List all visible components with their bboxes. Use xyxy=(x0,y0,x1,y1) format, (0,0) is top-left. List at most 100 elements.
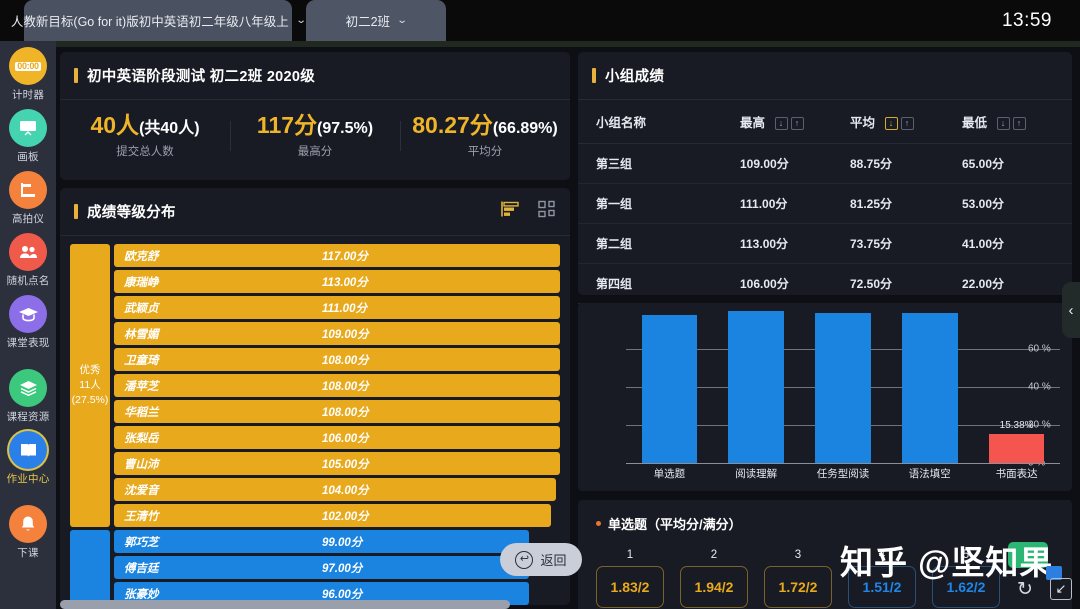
table-row[interactable]: 第一组 111.00分 81.25分 53.00分 xyxy=(578,183,1072,224)
question-number: 4 xyxy=(878,549,886,561)
student-row[interactable]: 潘苹芝 108.00分 xyxy=(114,374,560,397)
student-row[interactable]: 林雪媚 109.00分 xyxy=(114,322,560,345)
table-row[interactable]: 第二组 113.00分 73.75分 41.00分 xyxy=(578,223,1072,264)
group-scores-card: 小组成绩 小组名称 最高 ↓ ↑ 平均 ↓ ↑ 最低 ↓ ↑ 第三组 109.0… xyxy=(578,52,1072,304)
student-score: 108.00分 xyxy=(322,354,369,367)
student-row[interactable]: 华稻兰 108.00分 xyxy=(114,400,560,423)
group-scores-table: 小组名称 最高 ↓ ↑ 平均 ↓ ↑ 最低 ↓ ↑ 第三组 109.00分 88… xyxy=(578,100,1072,304)
sort-control-avg[interactable]: ↓ ↑ xyxy=(884,117,914,131)
column-label: 小组名称 xyxy=(596,116,647,130)
student-score: 111.00分 xyxy=(322,302,367,315)
sort-desc-icon[interactable]: ↓ xyxy=(774,117,788,131)
sort-control-max[interactable]: ↓ ↑ xyxy=(774,117,804,131)
grade-key-count: 11人 xyxy=(79,378,101,391)
cell-max: 113.00分 xyxy=(740,223,850,264)
question-cell: 4 1.51/2 xyxy=(848,549,916,608)
sidebar-item-homework-center[interactable]: 作业中心 xyxy=(0,431,56,493)
student-score: 97.00分 xyxy=(322,562,363,575)
chart-bar[interactable] xyxy=(815,312,871,463)
sort-asc-icon[interactable]: ↑ xyxy=(790,117,804,131)
back-button[interactable]: ↩ 返回 xyxy=(500,543,582,576)
stat-paren: (97.5%) xyxy=(317,120,374,138)
student-score: 102.00分 xyxy=(322,510,369,523)
chart-bar[interactable] xyxy=(641,314,698,463)
question-type-accuracy-chart: 0 %20 %40 %60 %单选题阅读理解任务型阅读语法填空15.38%书面表… xyxy=(578,303,1072,491)
sidebar-item-timer[interactable]: 00:00 计时器 xyxy=(0,47,56,109)
horizontal-scrollbar[interactable] xyxy=(60,600,510,609)
sidebar-item-course-resources[interactable]: 课程资源 xyxy=(0,369,56,431)
student-row[interactable]: 王清竹 102.00分 xyxy=(114,504,552,527)
whiteboard-icon xyxy=(9,109,47,147)
sidebar-item-end-class[interactable]: 下课 xyxy=(0,505,56,567)
cell-avg: 73.75分 xyxy=(850,223,962,264)
student-row[interactable]: 傅吉廷 97.00分 xyxy=(114,556,529,579)
grid-view-icon[interactable] xyxy=(538,200,556,223)
cell-max: 106.00分 xyxy=(740,263,850,304)
shrink-window-icon[interactable]: ↙ xyxy=(1050,578,1072,600)
student-row[interactable]: 张梨岳 106.00分 xyxy=(114,426,560,449)
student-row[interactable]: 沈爱音 104.00分 xyxy=(114,478,556,501)
cell-min: 53.00分 xyxy=(962,183,1072,224)
sort-asc-icon[interactable]: ↑ xyxy=(900,117,914,131)
question-score-box[interactable]: 1.62/2 xyxy=(932,566,1000,608)
student-row[interactable]: 郭巧芝 99.00分 xyxy=(114,530,529,553)
grade-key-label: 优秀 xyxy=(79,363,101,376)
open-book-icon xyxy=(9,431,47,469)
tab-textbook[interactable]: 人教新目标(Go for it)版初中英语初二年级八年级上 ⌄ xyxy=(11,0,307,41)
watermark-badge xyxy=(1008,542,1048,568)
section-title: 成绩等级分布 xyxy=(87,205,176,221)
question-score-box[interactable]: 1.83/2 xyxy=(596,566,664,608)
sort-desc-icon[interactable]: ↓ xyxy=(884,117,898,131)
student-row[interactable]: 武颖贞 111.00分 xyxy=(114,296,560,319)
student-name: 康瑞峥 xyxy=(124,276,159,289)
timer-glyph: 00:00 xyxy=(15,60,41,71)
student-name: 沈爱音 xyxy=(124,484,159,497)
sort-asc-icon[interactable]: ↑ xyxy=(1012,117,1026,131)
question-score-box[interactable]: 1.72/2 xyxy=(764,566,832,608)
sidebar-item-doc-camera[interactable]: 高拍仪 xyxy=(0,171,56,233)
cell-group: 第四组 xyxy=(578,263,740,304)
student-score: 108.00分 xyxy=(322,406,369,419)
sidebar-item-label: 课堂表现 xyxy=(6,337,50,349)
sidebar-item-random-rollcall[interactable]: 随机点名 xyxy=(0,233,56,295)
chart-bar[interactable] xyxy=(988,433,1045,463)
accent-divider xyxy=(56,41,1080,47)
student-score: 105.00分 xyxy=(322,458,369,471)
table-row[interactable]: 第四组 106.00分 72.50分 22.00分 xyxy=(578,263,1072,304)
sort-control-min[interactable]: ↓ ↑ xyxy=(996,117,1026,131)
stat-paren: (共40人) xyxy=(139,120,200,138)
title-accent-bar xyxy=(74,68,78,83)
chart-bar[interactable] xyxy=(902,312,958,463)
cell-avg: 81.25分 xyxy=(850,183,962,224)
bar-list-view-icon[interactable] xyxy=(500,200,520,223)
sort-desc-icon[interactable]: ↓ xyxy=(996,117,1010,131)
grade-distribution-header: 成绩等级分布 xyxy=(60,188,570,236)
timer-icon: 00:00 xyxy=(9,47,47,85)
cell-group: 第三组 xyxy=(578,143,740,184)
tab-class[interactable]: 初二2班 ⌄ xyxy=(306,0,446,41)
sidebar-item-whiteboard[interactable]: 画板 xyxy=(0,109,56,171)
question-score-box[interactable]: 1.94/2 xyxy=(680,566,748,608)
student-name: 卫童琦 xyxy=(124,354,159,367)
chart-bar[interactable] xyxy=(728,311,784,463)
sidebar-item-label: 画板 xyxy=(17,151,39,163)
cell-group: 第一组 xyxy=(578,183,740,224)
cell-min: 41.00分 xyxy=(962,223,1072,264)
chart-x-tick-label: 阅读理解 xyxy=(735,468,778,480)
student-row[interactable]: 卫童琦 108.00分 xyxy=(114,348,560,371)
student-name: 武颖贞 xyxy=(124,302,159,315)
question-score-box[interactable]: 1.51/2 xyxy=(848,566,916,608)
table-row[interactable]: 第三组 109.00分 88.75分 65.00分 xyxy=(578,143,1072,184)
grade-distribution-body[interactable]: 优秀 11人 (27.5%) 欧克舒 117.00分 康瑞峥 113.00分 武颖贞… xyxy=(60,236,570,605)
student-row[interactable]: 欧克舒 117.00分 xyxy=(114,244,560,267)
chart-x-tick-label: 任务型阅读 xyxy=(816,468,870,480)
grade-row-list: 郭巧芝 99.00分 傅吉廷 97.00分 张豪妙 96.00分 xyxy=(114,530,560,605)
refresh-icon[interactable]: ↻ xyxy=(1017,578,1033,601)
cell-min: 65.00分 xyxy=(962,143,1072,184)
page-title: 初中英语阶段测试 初二2班 2020级 xyxy=(87,69,316,85)
student-row[interactable]: 康瑞峥 113.00分 xyxy=(114,270,560,293)
student-row[interactable]: 曹山沛 105.00分 xyxy=(114,452,560,475)
panel-collapse-handle[interactable]: ‹ xyxy=(1062,282,1080,338)
cell-min: 22.00分 xyxy=(962,263,1072,304)
sidebar-item-class-performance[interactable]: 课堂表现 xyxy=(0,295,56,357)
